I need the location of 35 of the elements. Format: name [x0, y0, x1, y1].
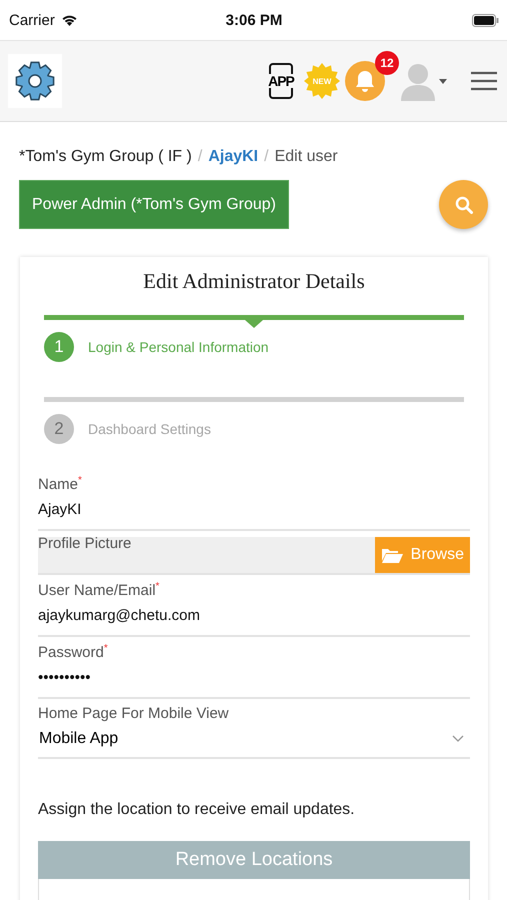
breadcrumb-link[interactable]: AjayKI: [208, 148, 258, 166]
step-number: 1: [44, 332, 74, 362]
bell-icon: [353, 69, 377, 93]
select-field[interactable]: Home Page For Mobile View Mobile App: [38, 699, 470, 759]
field-label: Name$^{*}$: [38, 475, 83, 493]
text-field[interactable]: Password$^{*}$ ••••••••••: [38, 637, 470, 699]
avatar-icon: [399, 61, 437, 101]
card-title: Edit Administrator Details: [142, 269, 366, 295]
breadcrumb-separator: /: [264, 148, 269, 166]
field-label: User Name/Email$^{*}$: [38, 581, 160, 599]
file-field[interactable]: Profile Picture Browse: [38, 537, 470, 575]
location-note: Assign the location to receive email updates.: [38, 801, 356, 819]
folder-icon: [380, 547, 403, 563]
gear-icon: [13, 59, 57, 103]
field-label: Password$^{*}$: [38, 643, 109, 661]
locations-header: Remove Locations: [38, 841, 470, 879]
field-label: Profile Picture: [38, 535, 132, 552]
text-field[interactable]: Name$^{*}$ AjayKI: [38, 469, 470, 531]
notification-count: 12: [375, 51, 399, 75]
chevron-down-icon: [452, 735, 464, 743]
step-number: 2: [44, 414, 74, 444]
breadcrumb-link[interactable]: *Tom's Gym Group ( IF ): [19, 148, 192, 166]
carrier-label: Carrier: [9, 12, 55, 28]
role-button[interactable]: Power Admin (*Tom's Gym Group): [19, 180, 290, 229]
field-label: Home Page For Mobile View: [38, 705, 230, 722]
battery-icon: [472, 14, 499, 26]
text-field[interactable]: User Name/Email$^{*}$ ajaykumarg@chetu.com: [38, 575, 470, 637]
breadcrumb-separator: /: [198, 148, 202, 166]
logo[interactable]: [8, 54, 62, 108]
wifi-icon: [60, 14, 78, 26]
menu-icon[interactable]: [471, 71, 497, 91]
breadcrumb-current: Edit user: [274, 148, 338, 166]
caret-icon: [439, 78, 447, 84]
clock: 3:06 PM: [226, 12, 282, 28]
search-icon: [454, 196, 472, 214]
